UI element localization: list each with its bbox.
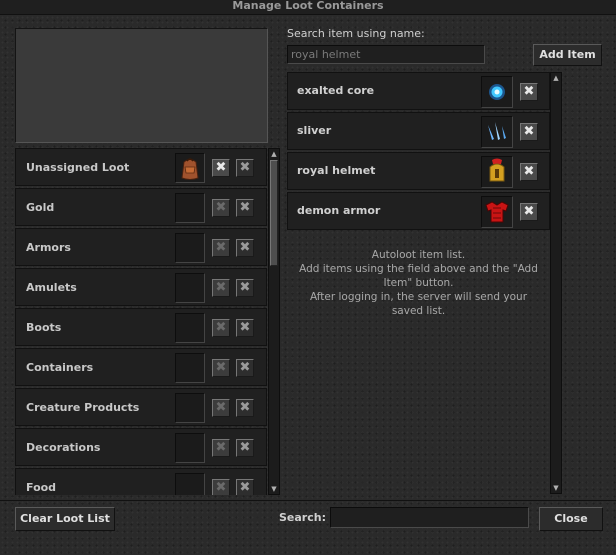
remove-container-button[interactable]: ✖ — [212, 399, 230, 417]
remove-container-button[interactable]: ✖ — [212, 199, 230, 217]
container-slot[interactable] — [175, 433, 205, 463]
clear-container-button[interactable]: ✖ — [236, 159, 254, 177]
info-line: Add items using the field above and the … — [299, 263, 538, 275]
clear-container-button[interactable]: ✖ — [236, 479, 254, 495]
info-line: Item" button. — [383, 277, 454, 289]
category-list: Unassigned Loot ✖ ✖ Gold ✖ ✖ Armors ✖ ✖ … — [15, 148, 267, 495]
window-title: Manage Loot Containers — [0, 0, 616, 15]
item-slot — [481, 196, 513, 228]
remove-container-button[interactable]: ✖ — [212, 359, 230, 377]
clear-container-button[interactable]: ✖ — [236, 439, 254, 457]
item-slot — [481, 76, 513, 108]
clear-container-button[interactable]: ✖ — [236, 319, 254, 337]
container-slot[interactable] — [175, 353, 205, 383]
category-row-armors[interactable]: Armors ✖ ✖ — [15, 228, 267, 266]
item-slot — [481, 116, 513, 148]
autoloot-info-text: Autoloot item list. Add items using the … — [287, 248, 550, 318]
category-row-creature-products[interactable]: Creature Products ✖ ✖ — [15, 388, 267, 426]
list-item[interactable]: royal helmet ✖ — [287, 152, 550, 190]
clear-container-button[interactable]: ✖ — [236, 239, 254, 257]
remove-item-button[interactable]: ✖ — [520, 163, 538, 181]
container-slot[interactable] — [175, 273, 205, 303]
exalted-core-icon — [489, 84, 505, 100]
info-line: saved list. — [391, 305, 446, 317]
demon-armor-icon — [485, 201, 509, 223]
sliver-icon — [488, 122, 506, 140]
remove-item-button[interactable]: ✖ — [520, 83, 538, 101]
category-row-food[interactable]: Food ✖ ✖ — [15, 468, 267, 495]
clear-container-button[interactable]: ✖ — [236, 279, 254, 297]
close-button[interactable]: Close — [539, 507, 603, 531]
clear-container-button[interactable]: ✖ — [236, 359, 254, 377]
category-label: Creature Products — [26, 401, 140, 414]
royal-helmet-icon — [489, 158, 505, 182]
scroll-up-icon[interactable]: ▲ — [269, 149, 279, 159]
remove-container-button[interactable]: ✖ — [212, 159, 230, 177]
remove-container-button[interactable]: ✖ — [212, 439, 230, 457]
container-slot[interactable] — [175, 393, 205, 423]
category-scrollbar[interactable]: ▲ ▼ — [268, 148, 280, 495]
remove-container-button[interactable]: ✖ — [212, 279, 230, 297]
search-label: Search item using name: — [287, 27, 425, 40]
container-slot[interactable] — [175, 473, 205, 495]
category-label: Gold — [26, 201, 55, 214]
category-row-decorations[interactable]: Decorations ✖ ✖ — [15, 428, 267, 466]
remove-container-button[interactable]: ✖ — [212, 479, 230, 495]
list-item[interactable]: demon armor ✖ — [287, 192, 550, 230]
category-label: Decorations — [26, 441, 101, 454]
scroll-down-icon[interactable]: ▼ — [269, 484, 279, 494]
list-item[interactable]: sliver ✖ — [287, 112, 550, 150]
category-label: Unassigned Loot — [26, 161, 130, 174]
category-row-amulets[interactable]: Amulets ✖ ✖ — [15, 268, 267, 306]
clear-container-button[interactable]: ✖ — [236, 199, 254, 217]
container-preview — [15, 28, 268, 143]
backpack-icon — [181, 158, 199, 180]
list-item[interactable]: exalted core ✖ — [287, 72, 550, 110]
remove-item-button[interactable]: ✖ — [520, 123, 538, 141]
item-label: royal helmet — [297, 164, 376, 177]
category-row-gold[interactable]: Gold ✖ ✖ — [15, 188, 267, 226]
clear-loot-list-button[interactable]: Clear Loot List — [15, 507, 115, 531]
category-row-containers[interactable]: Containers ✖ ✖ — [15, 348, 267, 386]
item-label: exalted core — [297, 84, 375, 97]
remove-container-button[interactable]: ✖ — [212, 239, 230, 257]
clear-container-button[interactable]: ✖ — [236, 399, 254, 417]
category-label: Boots — [26, 321, 62, 334]
category-search-input[interactable] — [330, 507, 529, 528]
container-slot[interactable] — [175, 153, 205, 183]
footer-search-label: Search: — [279, 511, 326, 524]
category-row-boots[interactable]: Boots ✖ ✖ — [15, 308, 267, 346]
footer-divider — [0, 500, 616, 501]
container-slot[interactable] — [175, 193, 205, 223]
remove-container-button[interactable]: ✖ — [212, 319, 230, 337]
info-line: After logging in, the server will send y… — [309, 291, 528, 303]
remove-item-button[interactable]: ✖ — [520, 203, 538, 221]
category-row-unassigned-loot[interactable]: Unassigned Loot ✖ ✖ — [15, 148, 267, 186]
add-item-button[interactable]: Add Item — [533, 44, 602, 66]
container-slot[interactable] — [175, 233, 205, 263]
item-label: sliver — [297, 124, 332, 137]
item-search-input[interactable]: royal helmet — [287, 45, 485, 64]
item-list-scrollbar[interactable]: ▲ ▼ — [550, 72, 562, 494]
scroll-down-icon[interactable]: ▼ — [551, 483, 561, 493]
info-line: Autoloot item list. — [371, 249, 466, 261]
item-slot — [481, 156, 513, 188]
scroll-thumb[interactable] — [270, 160, 278, 266]
scroll-up-icon[interactable]: ▲ — [551, 73, 561, 83]
category-label: Food — [26, 481, 57, 494]
container-slot[interactable] — [175, 313, 205, 343]
category-label: Armors — [26, 241, 71, 254]
category-label: Containers — [26, 361, 94, 374]
item-label: demon armor — [297, 204, 381, 217]
category-label: Amulets — [26, 281, 77, 294]
